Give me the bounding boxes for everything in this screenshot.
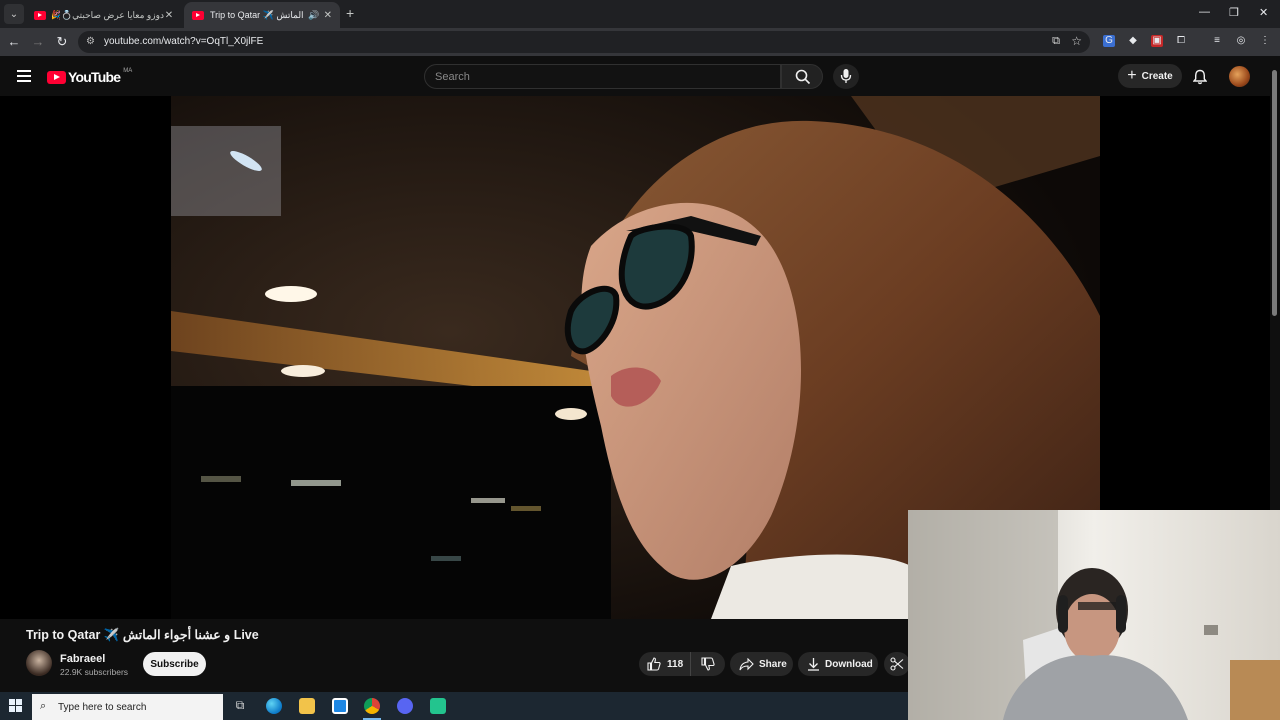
url-text: youtube.com/watch?v=OqTl_X0jlFE [104,36,264,47]
download-label: Download [825,658,873,670]
scrollbar-thumb[interactable] [1272,70,1277,316]
youtube-play-logo-icon [47,70,66,84]
browser-menu-icon[interactable]: ⋮ [1259,35,1271,47]
youtube-favicon-icon [192,10,204,20]
install-app-icon[interactable]: ⧉ [1052,35,1060,48]
browser-toolbar: ← → ↻ ⚙ youtube.com/watch?v=OqTl_X0jlFE … [0,28,1280,56]
address-bar[interactable]: ⚙ youtube.com/watch?v=OqTl_X0jlFE ⧉ ☆ [78,31,1090,53]
account-avatar[interactable] [1229,66,1250,87]
download-button[interactable]: Download [798,652,878,676]
channel-avatar[interactable] [26,650,52,676]
voice-search-button[interactable] [833,64,859,89]
windows-start-icon[interactable] [9,699,23,713]
restore-window-icon[interactable]: ❐ [1229,6,1239,19]
back-arrow-icon[interactable]: ← [6,34,22,49]
red-extension-icon[interactable]: ▣ [1151,35,1163,47]
download-icon [808,658,819,671]
reload-icon[interactable]: ↻ [54,34,70,50]
browser-tab-strip: ⌄ دوزو معايا عرض صاحبتي💍🎉 جيت ✕ Trip to … [0,0,1280,28]
close-window-icon[interactable]: ✕ [1259,6,1268,19]
site-info-icon[interactable]: ⚙ [86,36,95,47]
minimize-window-icon[interactable]: — [1199,6,1210,18]
taskbar-search-placeholder: Type here to search [58,702,147,713]
share-label: Share [759,658,787,670]
youtube-favicon-icon [34,10,46,20]
hamburger-menu-icon[interactable] [17,70,31,82]
reading-list-icon[interactable]: ≡ [1211,35,1223,47]
extensions-puzzle-icon[interactable]: ⧠ [1175,35,1187,47]
search-input[interactable]: Search [424,64,781,89]
youtube-logo[interactable]: YouTube MA [47,68,133,85]
youtube-masthead: YouTube MA Search + Create [0,56,1280,96]
profile-icon[interactable]: ◎ [1235,35,1247,47]
tab-close-icon[interactable]: ✕ [324,10,332,21]
youtube-wordmark: YouTube [68,69,121,85]
bookmark-star-icon[interactable]: ☆ [1071,34,1082,48]
search-icon [795,69,811,85]
translate-extension-icon[interactable]: G [1103,35,1115,47]
plus-icon: + [1127,67,1137,84]
audio-playing-icon[interactable]: 🔊 [308,10,319,21]
dislike-button[interactable] [691,652,725,676]
subscriber-count: 22.9K subscribers [60,667,129,677]
forward-arrow-icon[interactable]: → [30,34,46,49]
country-code: MA [123,68,133,74]
video-title: Trip to Qatar ✈️ و عشنا أجواء الماتش Liv… [26,628,259,642]
search-placeholder: Search [435,71,470,83]
tab-close-icon[interactable]: ✕ [164,10,174,21]
channel-name[interactable]: Fabraeel [60,653,105,665]
edge-browser-icon[interactable] [266,698,282,714]
like-button[interactable]: 118 [639,652,691,676]
notifications-bell-icon[interactable] [1193,69,1207,85]
subscribe-button[interactable]: Subscribe [143,652,206,676]
task-view-icon[interactable]: ⧉ [232,698,248,714]
like-dislike-group: 118 [639,652,725,676]
browser-tab-active[interactable]: Trip to Qatar ✈️ و عشنا أجواء الماتش 🔊 ✕ [184,2,340,28]
microphone-icon [840,69,852,83]
file-explorer-icon[interactable] [299,698,315,714]
like-count: 118 [667,658,684,670]
taskbar-search-input[interactable]: ⌕ Type here to search [32,694,223,720]
thumbs-up-icon [647,657,661,671]
scissors-icon [890,657,904,671]
new-tab-button[interactable]: + [346,5,354,21]
tab-title: Trip to Qatar ✈️ و عشنا أجواء الماتش [210,9,304,20]
windows-taskbar: ⌕ Type here to search ⧉ [0,692,908,720]
microsoft-store-icon[interactable] [332,698,348,714]
browser-tab[interactable]: دوزو معايا عرض صاحبتي💍🎉 جيت ✕ [26,2,182,28]
tab-search-button[interactable]: ⌄ [4,4,24,24]
clip-button[interactable] [884,652,910,676]
green-app-icon[interactable] [430,698,446,714]
webcam-overlay [908,510,1280,720]
webcam-image [908,510,1280,720]
share-button[interactable]: Share [730,652,793,676]
create-label: Create [1141,70,1173,82]
thumbs-down-icon [701,657,715,671]
search-button[interactable] [781,64,823,89]
share-arrow-icon [739,657,754,670]
diamond-extension-icon[interactable]: ◆ [1127,35,1139,47]
discord-app-icon[interactable] [397,698,413,714]
create-button[interactable]: + Create [1118,64,1182,88]
tab-title: دوزو معايا عرض صاحبتي💍🎉 جيت [52,9,164,20]
search-icon: ⌕ [40,700,47,712]
chrome-browser-icon[interactable] [364,698,380,714]
